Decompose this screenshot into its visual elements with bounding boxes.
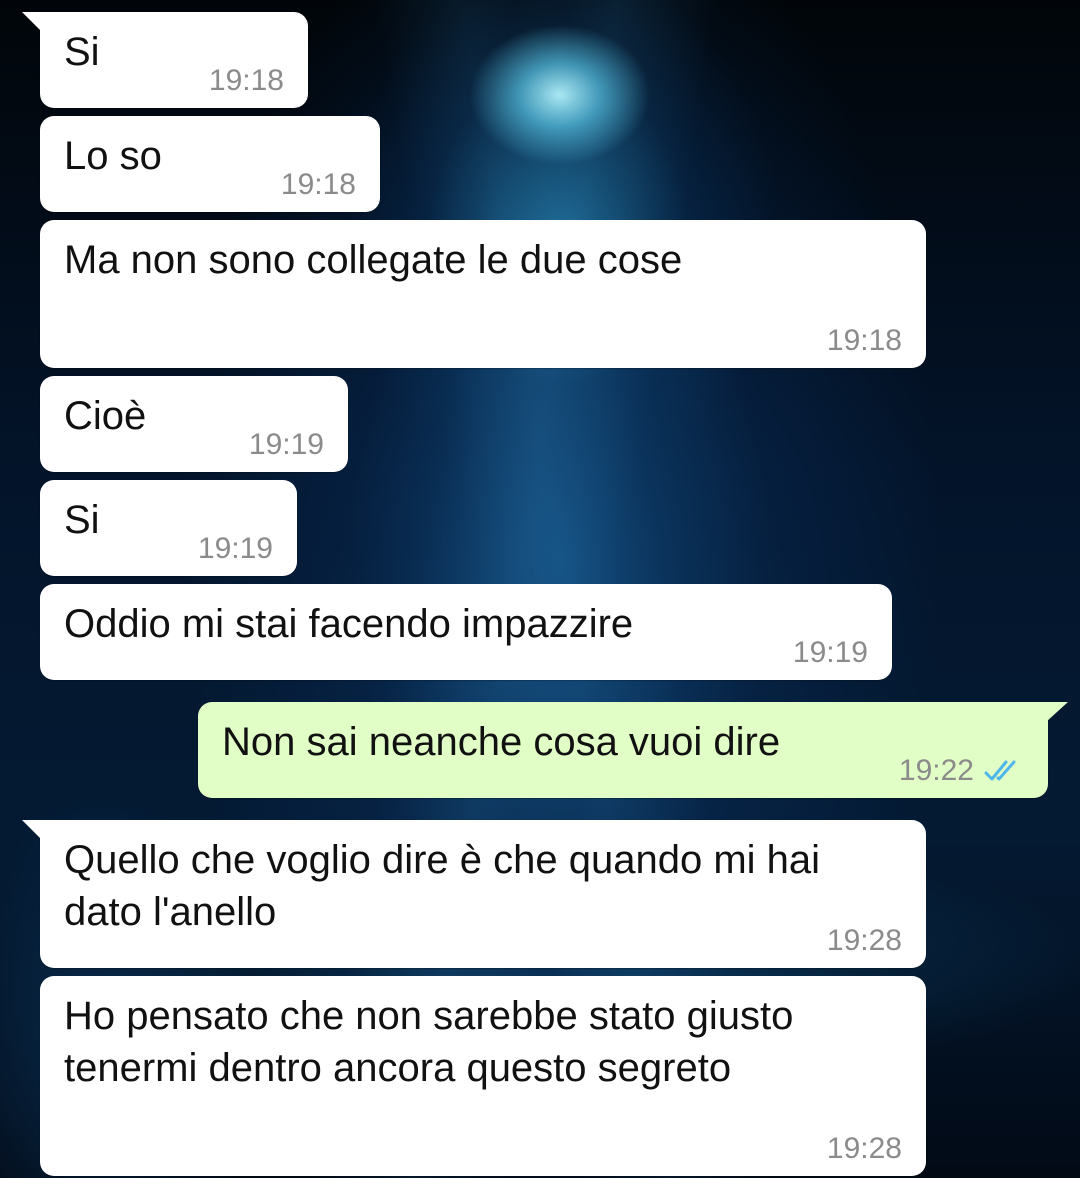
message-time: 19:18: [208, 64, 284, 97]
message-time: 19:28: [826, 924, 902, 957]
message-time: 19:18: [826, 324, 902, 357]
incoming-message[interactable]: Lo so 19:18: [40, 116, 380, 212]
incoming-message[interactable]: Cioè 19:19: [40, 376, 348, 472]
outgoing-message[interactable]: Non sai neanche cosa vuoi dire 19:22: [198, 702, 1068, 798]
incoming-message[interactable]: Si 19:19: [40, 480, 297, 576]
message-text: Ho pensato che non sarebbe stato giusto …: [64, 994, 794, 1090]
bubble-tail: [22, 820, 42, 840]
double-check-icon: [984, 760, 1016, 781]
message-time: 19:19: [197, 532, 273, 565]
message-text: Ma non sono collegate le due cose: [64, 238, 683, 282]
message-time: 19:18: [280, 168, 356, 201]
incoming-message[interactable]: Ma non sono collegate le due cose 19:18: [40, 220, 926, 368]
message-time: 19:28: [826, 1132, 902, 1165]
message-text: Oddio mi stai facendo impazzire: [64, 602, 634, 646]
message-time: 19:19: [792, 636, 868, 669]
incoming-message[interactable]: Quello che voglio dire è che quando mi h…: [22, 820, 926, 968]
message-time: 19:22: [898, 754, 974, 787]
incoming-message[interactable]: Ho pensato che non sarebbe stato giusto …: [40, 976, 926, 1176]
incoming-message[interactable]: Oddio mi stai facendo impazzire 19:19: [40, 584, 892, 680]
incoming-message[interactable]: Si 19:18: [22, 12, 308, 108]
bubble-tail: [1046, 702, 1068, 722]
message-time: 19:19: [248, 428, 324, 461]
bubble-tail: [22, 12, 42, 32]
message-text: Quello che voglio dire è che quando mi h…: [64, 838, 821, 934]
